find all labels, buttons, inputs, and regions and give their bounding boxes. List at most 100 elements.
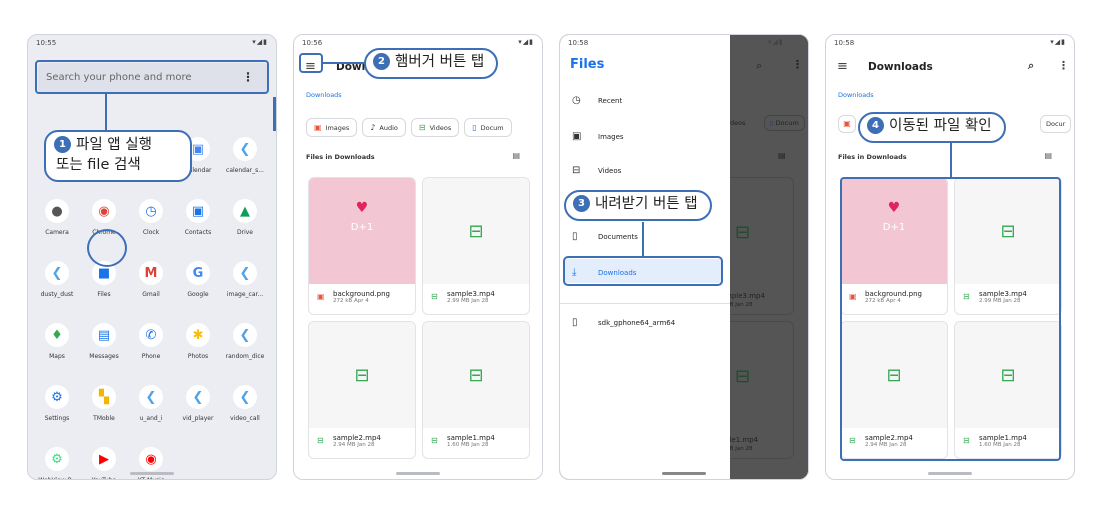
app-label: image_car... <box>226 291 264 298</box>
nav-handle[interactable] <box>130 472 174 475</box>
app-icon-vid-player[interactable]: ❮ vid_player <box>175 385 221 422</box>
app-icon-youtube[interactable]: ▶ YouTube <box>81 447 127 479</box>
app-icon-image-car[interactable]: ❮ image_car... <box>222 261 268 298</box>
more-icon[interactable]: ⋮ <box>1058 59 1069 72</box>
drawer-item-documents[interactable]: ▯ Documents <box>572 231 638 242</box>
app-icon-calendar-s[interactable]: ❮ calendar_s... <box>222 137 268 174</box>
callout-text: 햄버거 버튼 탭 <box>395 54 485 70</box>
connector-line <box>323 62 365 64</box>
file-card[interactable]: ⊟ ⊟ sample2.mp4 2.94 MB Jan 28 <box>308 321 416 459</box>
app-label: Clock <box>142 229 160 236</box>
chip-icon: ♪ <box>370 123 376 132</box>
app-icon-gmail[interactable]: M Gmail <box>128 261 174 298</box>
app-glyph-icon: ❮ <box>139 385 163 409</box>
drawer-item-videos[interactable]: ⊟ Videos <box>572 165 621 176</box>
chip-audio[interactable]: ♪ Audio <box>362 118 406 137</box>
file-card[interactable]: ♥ D+1 ▣ background.png 272 kB Apr 4 <box>308 177 416 315</box>
app-icon-dusty-dust[interactable]: ❮ dusty_dust <box>34 261 80 298</box>
drawer-item-sdk-gphone64-arm64[interactable]: ▯ sdk_gphone64_arm64 <box>572 317 675 328</box>
app-glyph-icon: G <box>186 261 210 285</box>
app-icon-photos[interactable]: ✱ Photos <box>175 323 221 360</box>
drawer-item-recent[interactable]: ◷ Recent <box>572 95 622 106</box>
app-glyph-icon: ✆ <box>139 323 163 347</box>
chip-images-partial[interactable]: ▣ <box>838 115 856 133</box>
nav-handle[interactable] <box>928 472 972 475</box>
app-icon-drive[interactable]: ▲ Drive <box>222 199 268 236</box>
app-icon-webview-b[interactable]: ⚙ WebView B.. <box>34 447 80 479</box>
app-label: Photos <box>187 353 209 360</box>
app-glyph-icon: ▤ <box>92 323 116 347</box>
app-icon-settings[interactable]: ⚙ Settings <box>34 385 80 422</box>
breadcrumb[interactable]: Downloads <box>306 91 342 99</box>
app-glyph-icon: ▣ <box>186 199 210 223</box>
chip-docum[interactable]: ▯ Docum <box>464 118 512 137</box>
app-icon-random-dice[interactable]: ❮ random_dice <box>222 323 268 360</box>
app-label: Drive <box>237 229 253 236</box>
status-icons: ▾◢▮ <box>252 38 268 46</box>
status-time: 10:58 <box>834 39 855 47</box>
app-icon-video-call[interactable]: ❮ video_call <box>222 385 268 422</box>
app-glyph-icon: ● <box>45 199 69 223</box>
file-name: sample3.mp4 <box>447 290 495 298</box>
app-label: YouTube <box>81 477 127 479</box>
file-details: 1.60 MB Jan 28 <box>447 442 489 448</box>
breadcrumb[interactable]: Downloads <box>838 91 874 99</box>
chip-images[interactable]: ▣ Images <box>306 118 358 137</box>
video-thumbnail: ⊟ <box>423 322 529 428</box>
status-time: 10:58 <box>568 39 589 47</box>
bg-card-name: mple3.mp4 <box>725 292 765 300</box>
video-icon: ⊟ <box>468 364 484 386</box>
bg-card: ⊟ ple1.mp4 MB Jan 28 <box>724 321 794 459</box>
section-title: Files in Downloads <box>306 153 375 161</box>
app-icon-contacts[interactable]: ▣ Contacts <box>175 199 221 236</box>
app-label: Phone <box>141 353 161 360</box>
search-icon[interactable]: ⌕ <box>1028 59 1034 73</box>
video-file-icon: ⊟ <box>431 292 438 301</box>
app-glyph-icon: ❮ <box>233 323 257 347</box>
app-icon-phone[interactable]: ✆ Phone <box>128 323 174 360</box>
file-name: sample1.mp4 <box>447 434 495 442</box>
app-glyph-icon: ⚙ <box>45 385 69 409</box>
drawer-item-images[interactable]: ▣ Images <box>572 131 624 142</box>
app-icon-messages[interactable]: ▤ Messages <box>81 323 127 360</box>
drawer-divider <box>560 303 730 304</box>
app-label: Google <box>187 291 209 298</box>
app-icon-tmoble[interactable]: ▚ TMoble <box>81 385 127 422</box>
step-number: 4 <box>867 117 884 134</box>
chip-icon: ▯ <box>472 123 477 132</box>
menu-icon[interactable]: ≡ <box>837 59 848 74</box>
bg-chip-videos: deos <box>730 119 746 127</box>
app-label: video_call <box>230 415 260 422</box>
app-glyph-icon: ✱ <box>186 323 210 347</box>
step-number: 3 <box>573 195 590 212</box>
nav-handle[interactable] <box>662 472 706 475</box>
drawer-item-label: Videos <box>598 167 622 175</box>
chip-videos[interactable]: ⊟ Videos <box>410 118 460 137</box>
app-icon-maps[interactable]: ♦ Maps <box>34 323 80 360</box>
file-meta: ⊟ sample3.mp4 2.99 MB Jan 28 <box>431 290 525 304</box>
app-label: vid_player <box>182 415 214 422</box>
scrim-overlay[interactable]: ⌕ ⋮ deos ▯ Docum ▤ ⊟ mple3.mp4 MB Jan 28… <box>724 35 808 479</box>
app-icon-yt-music[interactable]: ◉ YT Music <box>128 447 174 479</box>
grid-view-icon[interactable]: ▤ <box>1044 151 1052 160</box>
chip-documents-partial[interactable]: Docur <box>1040 115 1072 133</box>
file-card[interactable]: ⊟ ⊟ sample1.mp4 1.60 MB Jan 28 <box>422 321 530 459</box>
nav-handle[interactable] <box>396 472 440 475</box>
chip-icon: ⊟ <box>418 123 426 132</box>
app-icon-google[interactable]: G Google <box>175 261 221 298</box>
app-icon-clock[interactable]: ◷ Clock <box>128 199 174 236</box>
app-glyph-icon: ❮ <box>45 261 69 285</box>
connector-line <box>642 222 644 256</box>
drawer-item-icon: ◷ <box>572 95 581 106</box>
callout-text: 내려받기 버튼 탭 <box>595 196 698 212</box>
callout-step-2: 2 햄버거 버튼 탭 <box>364 48 499 79</box>
file-card[interactable]: ⊟ ⊟ sample3.mp4 2.99 MB Jan 28 <box>422 177 530 315</box>
highlight-file-grid <box>840 177 1061 461</box>
app-glyph-icon: ❮ <box>233 261 257 285</box>
callout-text-2: 또는 file 검색 <box>56 156 141 173</box>
app-icon-camera[interactable]: ● Camera <box>34 199 80 236</box>
drawer-item-icon: ▯ <box>572 231 578 242</box>
grid-view-icon[interactable]: ▤ <box>512 151 520 160</box>
bg-card: ⊟ mple3.mp4 MB Jan 28 <box>724 177 794 315</box>
app-icon-u-and-i[interactable]: ❮ u_and_i <box>128 385 174 422</box>
